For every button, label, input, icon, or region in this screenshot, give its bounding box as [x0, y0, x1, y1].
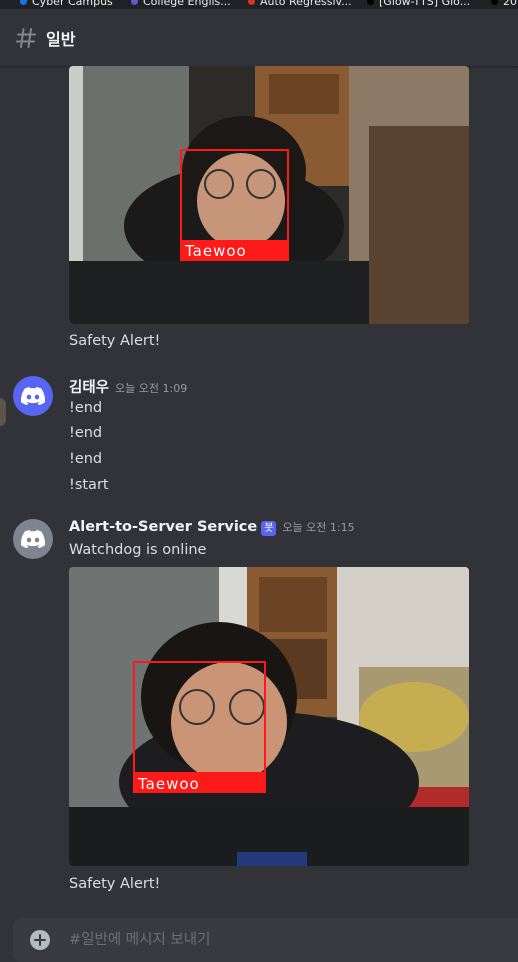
- attach-button[interactable]: [30, 930, 50, 950]
- bookmarks-bar: Cyber Campus College Englis... Auto Regr…: [0, 0, 518, 9]
- bookmark-20[interactable]: 20: [491, 0, 517, 8]
- face-label: Taewoo: [184, 242, 247, 260]
- message-composer: [13, 918, 518, 962]
- timestamp: 오늘 오전 1:09: [115, 382, 188, 395]
- plus-icon: [34, 934, 46, 946]
- image-attachment[interactable]: Taewoo: [69, 567, 469, 866]
- timestamp: 오늘 오전 1:15: [282, 521, 355, 534]
- message-line: !end: [69, 425, 103, 441]
- message-header: 김태우 오늘 오전 1:09: [69, 376, 187, 397]
- discord-icon: [21, 387, 45, 405]
- message-line: !end: [69, 451, 103, 467]
- bot-badge: 봇: [261, 521, 277, 536]
- discord-icon: [21, 530, 45, 548]
- bookmark-auto-regressive[interactable]: Auto Regressiv...: [248, 0, 352, 8]
- bookmark-icon: [491, 0, 498, 5]
- bookmark-icon: [367, 0, 374, 5]
- message-header: Alert-to-Server Service 봇 오늘 오전 1:15: [69, 519, 355, 536]
- image-attachment[interactable]: Taewoo: [69, 66, 469, 324]
- username[interactable]: Alert-to-Server Service: [69, 519, 257, 535]
- message-line: !start: [69, 477, 109, 493]
- bookmark-icon: [131, 0, 138, 5]
- channel-header: 일반: [0, 9, 518, 67]
- hash-icon: [14, 26, 38, 50]
- bookmark-cyber-campus[interactable]: Cyber Campus: [20, 0, 113, 8]
- face-label: Taewoo: [137, 775, 200, 793]
- bookmark-icon: [20, 0, 27, 5]
- message-text: Safety Alert!: [69, 333, 161, 349]
- bookmark-glow-tts[interactable]: [Glow-TTS] Glo...: [367, 0, 470, 8]
- avatar[interactable]: [13, 519, 53, 559]
- message-text: Watchdog is online: [69, 542, 207, 558]
- bookmark-college-english[interactable]: College Englis...: [131, 0, 231, 8]
- bookmark-icon: [248, 0, 255, 5]
- unread-marker: [0, 398, 6, 426]
- message-input[interactable]: [69, 918, 489, 962]
- message-line: !end: [69, 400, 103, 416]
- username[interactable]: 김태우: [69, 376, 109, 397]
- message-text: Safety Alert!: [69, 876, 161, 892]
- avatar[interactable]: [13, 376, 53, 416]
- channel-name: 일반: [46, 29, 76, 49]
